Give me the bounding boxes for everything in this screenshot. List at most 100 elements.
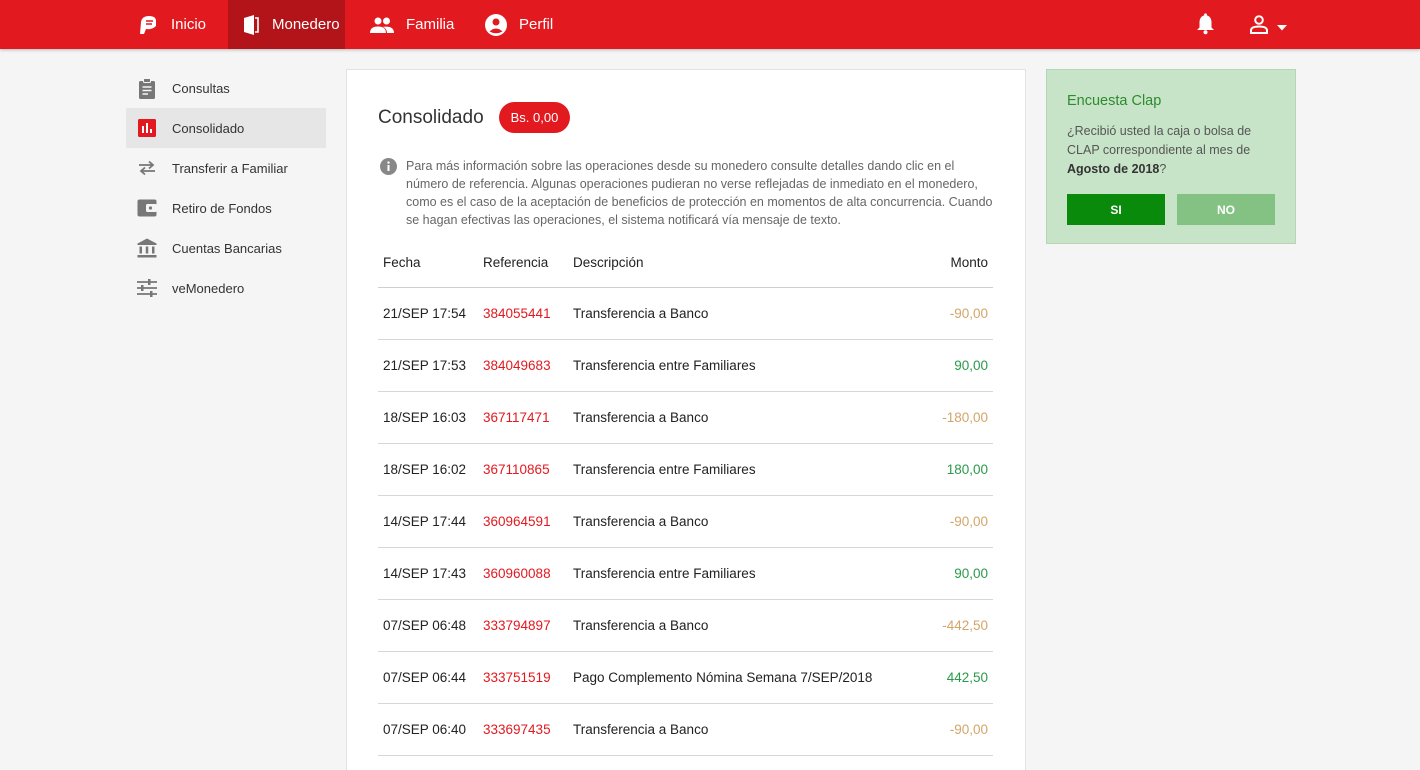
table-header: Fecha Referencia Descripción Monto (378, 238, 993, 288)
cell-fecha: 21/SEP 17:54 (383, 306, 467, 321)
table-row: 21/SEP 17:53 384049683 Transferencia ent… (378, 340, 993, 392)
info-notice: Para más información sobre las operacion… (380, 157, 995, 229)
cell-fecha: 07/SEP 06:44 (383, 670, 467, 685)
survey-question: ¿Recibió usted la caja o bolsa de CLAP c… (1067, 122, 1282, 179)
table-row: 21/SEP 17:54 384055441 Transferencia a B… (378, 288, 993, 340)
sidebar-item-label: veMonedero (172, 280, 245, 296)
chevron-down-icon (1277, 18, 1288, 36)
user-icon (1249, 14, 1269, 39)
consolidado-panel: Consolidado Bs. 0,00 Para más informació… (346, 69, 1026, 770)
title-row: Consolidado Bs. 0,00 (378, 102, 571, 133)
survey-question-text: ¿Recibió usted la caja o bolsa de CLAP c… (1067, 124, 1252, 157)
nav-familia[interactable]: Familia (360, 0, 464, 49)
wallet-icon (242, 14, 260, 36)
info-text: Para más información sobre las operacion… (406, 159, 993, 227)
sidebar-item-label: Transferir a Familiar (172, 160, 288, 176)
col-header-monto: Monto (950, 255, 988, 270)
table-row: 07/SEP 06:40 333697435 Transferencia a B… (378, 704, 993, 756)
transactions-table: Fecha Referencia Descripción Monto 21/SE… (378, 238, 993, 756)
col-header-fecha: Fecha (383, 255, 421, 270)
cell-fecha: 14/SEP 17:44 (383, 514, 467, 529)
table-row: 14/SEP 17:43 360960088 Transferencia ent… (378, 548, 993, 600)
nav-inicio-label: Inicio (171, 16, 207, 33)
logo-icon (137, 14, 159, 36)
page-title: Consolidado (378, 106, 484, 128)
sidebar-item-consolidado[interactable]: Consolidado (126, 108, 326, 148)
cell-monto: 90,00 (954, 566, 988, 581)
sidebar-item-label: Cuentas Bancarias (172, 240, 282, 256)
sidebar-item-cuentas[interactable]: Cuentas Bancarias (126, 228, 326, 268)
cell-monto: 442,50 (946, 670, 988, 685)
table-row: 18/SEP 16:02 367110865 Transferencia ent… (378, 444, 993, 496)
sidebar-item-label: Consolidado (172, 120, 245, 136)
reference-link[interactable]: 367110865 (483, 462, 573, 477)
cell-fecha: 14/SEP 17:43 (383, 566, 467, 581)
cell-fecha: 07/SEP 06:40 (383, 722, 467, 737)
info-icon (380, 158, 397, 175)
wallet-withdraw-icon (136, 197, 158, 219)
sidebar-item-label: Consultas (172, 80, 230, 96)
sidebar-item-transferir[interactable]: Transferir a Familiar (126, 148, 326, 188)
table-row: 18/SEP 16:03 367117471 Transferencia a B… (378, 392, 993, 444)
cell-monto: -90,00 (949, 514, 988, 529)
cell-fecha: 18/SEP 16:02 (383, 462, 467, 477)
cell-fecha: 07/SEP 06:48 (383, 618, 467, 633)
cell-monto: -90,00 (949, 722, 988, 737)
cell-descripcion: Transferencia a Banco (573, 410, 709, 425)
survey-title: Encuesta Clap (1067, 93, 1162, 109)
cell-descripcion: Transferencia a Banco (573, 722, 709, 737)
sliders-icon (136, 277, 158, 299)
table-row: 07/SEP 06:44 333751519 Pago Complemento … (378, 652, 993, 704)
reference-link[interactable]: 360960088 (483, 566, 573, 581)
people-icon (370, 17, 394, 33)
reference-link[interactable]: 367117471 (483, 410, 573, 425)
survey-yes-button[interactable]: SI (1067, 194, 1165, 225)
col-header-descripcion: Descripción (573, 255, 644, 270)
reference-link[interactable]: 333794897 (483, 618, 573, 633)
account-circle-icon (485, 13, 507, 36)
survey-question-end: ? (1159, 162, 1167, 176)
sidebar-item-label: Retiro de Fondos (172, 200, 272, 216)
swap-arrows-icon (136, 157, 158, 179)
nav-inicio[interactable]: Inicio (127, 0, 216, 49)
cell-descripcion: Transferencia entre Familiares (573, 566, 756, 581)
bar-chart-icon (136, 117, 158, 139)
bell-icon[interactable] (1196, 13, 1215, 40)
nav-monedero[interactable]: Monedero (228, 0, 345, 49)
balance-badge: Bs. 0,00 (498, 102, 571, 133)
reference-link[interactable]: 333697435 (483, 722, 573, 737)
survey-question-month: Agosto de 2018 (1067, 162, 1160, 176)
col-header-referencia: Referencia (483, 255, 549, 270)
cell-descripcion: Transferencia a Banco (573, 306, 709, 321)
nav-familia-label: Familia (406, 16, 455, 33)
cell-fecha: 18/SEP 16:03 (383, 410, 467, 425)
sidebar: Consultas Consolidado Transferir a Famil… (126, 68, 326, 308)
user-menu[interactable] (1249, 14, 1288, 39)
sidebar-item-retiro[interactable]: Retiro de Fondos (126, 188, 326, 228)
cell-fecha: 21/SEP 17:53 (383, 358, 467, 373)
bank-icon (136, 237, 158, 259)
reference-link[interactable]: 384055441 (483, 306, 573, 321)
reference-link[interactable]: 333751519 (483, 670, 573, 685)
nav-perfil[interactable]: Perfil (475, 0, 563, 49)
reference-link[interactable]: 360964591 (483, 514, 573, 529)
cell-descripcion: Transferencia entre Familiares (573, 462, 756, 477)
table-row: 14/SEP 17:44 360964591 Transferencia a B… (378, 496, 993, 548)
cell-monto: -442,50 (942, 618, 988, 633)
reference-link[interactable]: 384049683 (483, 358, 573, 373)
table-row: 07/SEP 06:48 333794897 Transferencia a B… (378, 600, 993, 652)
cell-descripcion: Transferencia entre Familiares (573, 358, 756, 373)
nav-perfil-label: Perfil (519, 16, 554, 33)
cell-descripcion: Transferencia a Banco (573, 514, 709, 529)
cell-monto: -180,00 (942, 410, 988, 425)
survey-no-button[interactable]: NO (1177, 194, 1275, 225)
top-navbar: Inicio Monedero Familia Perfil (0, 0, 1420, 49)
cell-descripcion: Transferencia a Banco (573, 618, 709, 633)
nav-monedero-label: Monedero (272, 16, 340, 33)
cell-monto: 90,00 (954, 358, 988, 373)
clipboard-icon (136, 77, 158, 99)
sidebar-item-vemonedero[interactable]: veMonedero (126, 268, 326, 308)
cell-monto: -90,00 (949, 306, 988, 321)
cell-descripcion: Pago Complemento Nómina Semana 7/SEP/201… (573, 670, 873, 685)
sidebar-item-consultas[interactable]: Consultas (126, 68, 326, 108)
